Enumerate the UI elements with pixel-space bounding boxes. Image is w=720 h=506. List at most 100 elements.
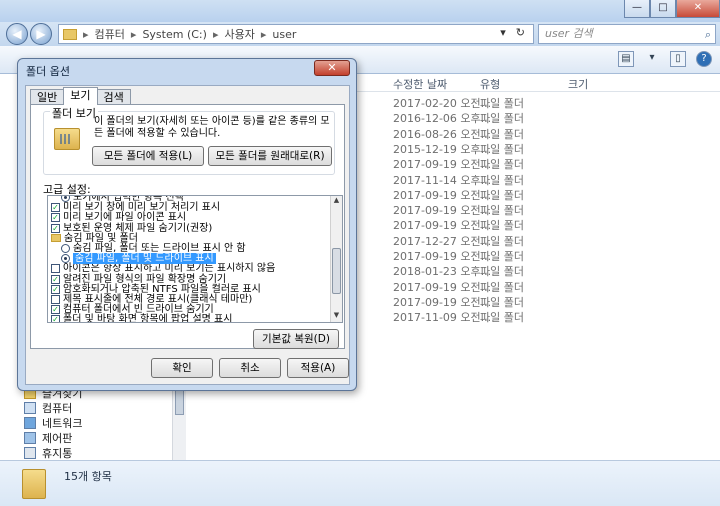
item-count: 15개 항목 xyxy=(64,470,112,483)
file-modified-date: 2017-09-19 오전... xyxy=(393,295,492,309)
file-modified-date: 2017-12-27 오전... xyxy=(393,234,492,248)
advanced-setting-label: 암호화되거나 압축된 NTFS 파일을 컬러로 표시 xyxy=(63,283,261,295)
advanced-setting-label: 폴더 및 바탕 화면 항목에 팝업 설명 표시 xyxy=(63,314,233,323)
tab-strip: 일반 보기 검색 xyxy=(30,87,131,105)
refresh-icon[interactable]: ↻ xyxy=(516,26,525,39)
file-type: 파일 폴더 xyxy=(480,234,524,248)
advanced-setting-label: 숨김 파일, 폴더 또는 드라이브 표시 안 함 xyxy=(73,243,246,254)
back-button[interactable]: ◀ xyxy=(6,23,28,45)
nav-item-computer[interactable]: 컴퓨터 xyxy=(24,400,72,416)
maximize-button[interactable]: □ xyxy=(650,0,676,18)
checkbox-checked-icon[interactable]: ✓ xyxy=(51,213,60,223)
nav-item-recycle-bin[interactable]: 휴지통 xyxy=(24,445,72,461)
advanced-setting-item[interactable]: 숨김 파일, 폴더 및 드라이브 표시 xyxy=(61,253,216,265)
minimize-button[interactable]: — xyxy=(624,0,650,18)
checkbox-checked-icon[interactable]: ✓ xyxy=(51,203,60,213)
checkbox-checked-icon[interactable]: ✓ xyxy=(51,274,60,284)
restore-defaults-button[interactable]: 기본값 복원(D) xyxy=(253,329,339,349)
checkbox-checked-icon[interactable]: ✓ xyxy=(51,315,60,322)
address-dropdown-icon[interactable]: ▾ xyxy=(500,26,506,39)
navigation-scrollbar[interactable] xyxy=(172,385,186,460)
advanced-setting-item[interactable]: 보기에서 입력한 항목 선택 xyxy=(61,195,184,203)
dialog-title: 폴더 옵션 xyxy=(26,65,70,78)
folder-icon xyxy=(63,28,77,40)
breadcrumb-computer[interactable]: 컴퓨터 xyxy=(95,26,125,42)
apply-to-folders-button[interactable]: 모든 폴더에 적용(L) xyxy=(92,146,204,166)
forward-arrow-icon: ▶ xyxy=(36,27,46,41)
folder-views-icon xyxy=(54,128,80,150)
scrollbar-thumb[interactable] xyxy=(332,248,341,294)
close-button[interactable]: ✕ xyxy=(676,0,720,18)
advanced-setting-item[interactable]: ✓ 알려진 파일 형식의 파일 확장명 숨기기 xyxy=(51,274,226,285)
file-type: 파일 폴더 xyxy=(480,127,524,141)
checkbox-checked-icon[interactable]: ✓ xyxy=(51,284,60,294)
view-tab-panel: 폴더 보기 이 폴더의 보기(자세히 또는 아이콘 등)를 같은 종류의 모든 … xyxy=(30,104,345,349)
checkbox-icon[interactable] xyxy=(51,264,60,274)
advanced-setting-item[interactable]: ✓ 폴더 및 바탕 화면 항목에 팝업 설명 표시 xyxy=(51,314,233,323)
advanced-setting-label: 숨김 파일, 폴더 및 드라이브 표시 xyxy=(73,253,216,265)
scroll-down-icon[interactable]: ▼ xyxy=(331,311,342,322)
apply-button[interactable]: 적용(A) xyxy=(287,358,349,378)
views-icon[interactable]: ▤ xyxy=(618,51,634,67)
radio-icon[interactable] xyxy=(61,244,70,253)
advanced-setting-label: 보기에서 입력한 항목 선택 xyxy=(73,195,184,203)
advanced-setting-label: 숨김 파일 및 폴더 xyxy=(64,232,138,244)
help-icon[interactable]: ? xyxy=(696,51,712,67)
checkbox-icon[interactable] xyxy=(51,295,60,304)
search-icon[interactable]: ⌕ xyxy=(705,26,711,44)
advanced-setting-label: 제목 표시줄에 전체 경로 표시(클래식 테마만) xyxy=(63,294,253,305)
cancel-button[interactable]: 취소 xyxy=(219,358,281,378)
tab-search[interactable]: 검색 xyxy=(96,89,131,105)
dialog-close-button[interactable]: ✕ xyxy=(314,60,350,76)
address-bar[interactable]: ▸ 컴퓨터 ▸ System (C:) ▸ 사용자 ▸ user ▾ ↻ xyxy=(58,24,534,44)
network-icon xyxy=(24,417,36,429)
file-modified-date: 2017-09-19 오전... xyxy=(393,250,492,263)
advanced-settings-scrollbar[interactable]: ▲ ▼ xyxy=(330,196,342,322)
file-modified-date: 2016-08-26 오전... xyxy=(393,127,492,141)
tab-general[interactable]: 일반 xyxy=(30,89,65,105)
folder-views-group: 폴더 보기 이 폴더의 보기(자세히 또는 아이콘 등)를 같은 종류의 모든 … xyxy=(43,105,335,175)
nav-item-control-panel[interactable]: 제어판 xyxy=(24,430,72,446)
back-arrow-icon: ◀ xyxy=(12,27,22,41)
advanced-setting-item[interactable]: ✓ 미리 보기 창에 미리 보기 처리기 표시 xyxy=(51,202,220,213)
advanced-setting-item[interactable]: ✓ 미리 보기에 파일 아이콘 표시 xyxy=(51,212,186,223)
nav-item-label: 컴퓨터 xyxy=(42,402,73,415)
preview-pane-icon[interactable]: ▯ xyxy=(670,51,686,67)
column-type[interactable]: 유형 xyxy=(480,76,500,92)
forward-button[interactable]: ▶ xyxy=(30,23,52,45)
advanced-setting-item[interactable]: 제목 표시줄에 전체 경로 표시(클래식 테마만) xyxy=(51,294,252,305)
nav-item-network[interactable]: 네트워크 xyxy=(24,415,82,431)
advanced-setting-item[interactable]: ✓ 보호된 운영 체제 파일 숨기기(권장) xyxy=(51,223,212,234)
radio-selected-icon[interactable] xyxy=(61,196,70,202)
checkbox-checked-icon[interactable]: ✓ xyxy=(51,223,60,233)
ok-button[interactable]: 확인 xyxy=(151,358,213,378)
advanced-setting-item[interactable]: 숨김 파일 및 폴더 xyxy=(51,233,138,244)
file-type: 파일 폴더 xyxy=(480,280,524,294)
radio-selected-icon[interactable] xyxy=(61,254,70,264)
column-modified-date[interactable]: 수정한 날짜 xyxy=(393,76,447,92)
folder-icon xyxy=(51,234,61,243)
reset-folders-button[interactable]: 모든 폴더를 원래대로(R) xyxy=(208,146,332,166)
breadcrumb-separator: ▸ xyxy=(83,27,89,41)
search-input[interactable]: user 검색 ⌕ xyxy=(538,24,716,44)
file-type: 파일 폴더 xyxy=(480,158,524,172)
advanced-settings-list[interactable]: ✓ 폴더 및 바탕 화면 항목에 팝업 설명 표시 ✓ 컴퓨터 폴더에서 빈 드라이브… xyxy=(47,195,343,323)
file-type: 파일 폴더 xyxy=(480,142,524,156)
column-size[interactable]: 크기 xyxy=(568,76,588,92)
file-modified-date: 2016-12-06 오후... xyxy=(393,112,492,126)
views-dropdown-icon[interactable]: ▾ xyxy=(644,51,660,67)
advanced-setting-item[interactable]: ✓ 컴퓨터 폴더에서 빈 드라이브 숨기기 xyxy=(51,304,214,315)
scroll-up-icon[interactable]: ▲ xyxy=(331,196,342,207)
breadcrumb-users[interactable]: 사용자 xyxy=(224,26,254,42)
file-type: 파일 폴더 xyxy=(480,219,524,233)
tab-view[interactable]: 보기 xyxy=(63,87,98,105)
breadcrumb-user[interactable]: user xyxy=(272,28,296,41)
advanced-setting-item[interactable]: 아이콘은 항상 표시하고 미리 보기는 표시하지 않음 xyxy=(51,263,275,274)
computer-icon xyxy=(24,402,36,414)
status-bar: 15개 항목 xyxy=(0,460,720,506)
advanced-setting-item[interactable]: 숨김 파일, 폴더 또는 드라이브 표시 안 함 xyxy=(61,243,246,254)
advanced-setting-item[interactable]: ✓ 암호화되거나 압축된 NTFS 파일을 컬러로 표시 xyxy=(51,284,261,295)
file-modified-date: 2017-02-20 오전... xyxy=(393,97,492,110)
checkbox-checked-icon[interactable]: ✓ xyxy=(51,305,60,315)
breadcrumb-drive[interactable]: System (C:) xyxy=(142,28,207,41)
